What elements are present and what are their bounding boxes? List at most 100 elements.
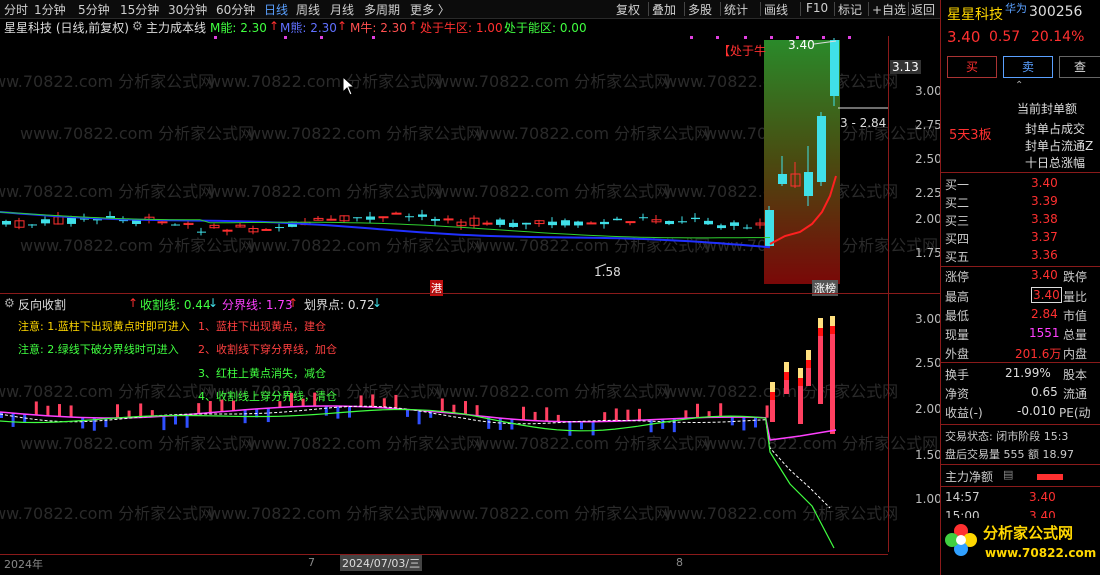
candle-body — [496, 219, 505, 225]
tool-add-watch[interactable]: +自选 — [872, 1, 906, 18]
query-button[interactable]: 查 — [1059, 56, 1100, 78]
tab-monthly[interactable]: 月线 — [330, 1, 354, 18]
reverse-harvest-chart[interactable] — [0, 312, 888, 552]
low-price-tag: 1.58 — [594, 265, 621, 279]
tool-mark[interactable]: 标记 — [838, 1, 862, 18]
list-icon[interactable]: ▤ — [1003, 468, 1013, 481]
y-tick: 1.75 — [915, 246, 942, 260]
candle-body — [730, 222, 739, 226]
cost-line-green — [0, 211, 771, 239]
harvest-bar — [220, 399, 224, 412]
harvest-bar — [290, 392, 293, 407]
harvest-bar — [406, 409, 409, 417]
candle-body — [522, 222, 531, 225]
harvest-bar — [498, 417, 502, 430]
buy-button[interactable]: 买 — [947, 56, 997, 78]
divider — [941, 172, 1100, 173]
stock-title: 星星科技 (日线,前复权) — [4, 21, 129, 35]
harvest-bar — [556, 414, 560, 422]
yellow-point — [818, 318, 823, 328]
tick-time: 14:57 — [945, 490, 980, 504]
turnover-value: 21.99% — [1005, 366, 1051, 380]
tool-fuquan[interactable]: 复权 — [616, 1, 640, 18]
tool-draw[interactable]: 画线 — [764, 1, 788, 18]
sub-indicator-toggle-icon[interactable]: ⚙ — [4, 296, 15, 310]
high-value: 3.40 — [1031, 287, 1062, 303]
red-point — [818, 328, 823, 336]
tab-weekly[interactable]: 周线 — [296, 1, 320, 18]
eps-value: -0.010 — [1017, 404, 1056, 418]
low-label: 最低 — [945, 309, 970, 323]
tab-1min[interactable]: 1分钟 — [34, 1, 66, 18]
tool-multi-stock[interactable]: 多股 — [688, 1, 712, 18]
harvest-bar — [614, 408, 618, 422]
yellow-point — [798, 368, 803, 378]
tool-f10[interactable]: F10 — [806, 1, 828, 15]
boundary-line-value: 分界线: 1.73 — [222, 298, 293, 312]
yellow-point — [806, 350, 811, 360]
harvest-bar — [46, 405, 50, 416]
tab-30min[interactable]: 30分钟 — [168, 1, 207, 18]
red-point — [798, 378, 803, 386]
candlestick-chart[interactable] — [0, 36, 888, 291]
candle-body — [765, 210, 774, 246]
divider — [941, 266, 1100, 267]
candle-body — [625, 221, 636, 224]
harvest-bar — [510, 419, 514, 430]
y-tick: 2.00 — [915, 212, 942, 226]
candle-body — [548, 221, 557, 226]
harvest-bar — [684, 410, 688, 419]
nav-value: 0.65 — [1031, 385, 1058, 399]
net-flow-bar — [1037, 474, 1063, 480]
m-bull-value: M牛: 2.30 — [350, 21, 407, 35]
tab-multi-period[interactable]: 多周期 — [364, 1, 400, 18]
tool-overlay[interactable]: 叠加 — [652, 1, 676, 18]
candle-body — [443, 218, 454, 221]
flower-logo-icon — [945, 524, 977, 556]
candle-body — [613, 218, 622, 221]
float-label: 流通 — [1063, 387, 1088, 401]
tool-stats[interactable]: 统计 — [724, 1, 748, 18]
collapse-icon[interactable]: ⌃ — [1015, 80, 1023, 91]
separator — [908, 2, 909, 16]
low-value: 2.84 — [1031, 307, 1058, 321]
tab-daily[interactable]: 日线 — [264, 1, 288, 18]
tab-more[interactable]: 更多 〉 — [410, 1, 450, 18]
harvest-bar — [232, 400, 235, 411]
candles — [2, 38, 839, 248]
stock-code: 300256 — [1029, 4, 1083, 20]
candle-body — [326, 218, 337, 221]
separator — [868, 2, 869, 16]
candle-body — [574, 221, 583, 226]
tool-back[interactable]: 返回 — [911, 1, 935, 18]
seal-item: 当前封单额 — [1017, 102, 1078, 116]
mouse-cursor-icon — [342, 76, 356, 96]
bid-label: 买四 — [945, 232, 970, 246]
signal-dot — [744, 36, 747, 39]
yellow-point — [784, 362, 789, 372]
y-tick: 2.25 — [915, 186, 942, 200]
red-point — [830, 326, 835, 334]
tab-5min[interactable]: 5分钟 — [78, 1, 110, 18]
sell-button[interactable]: 卖 — [1003, 56, 1053, 78]
brand-banner: 分析家公式网 www.70822.com — [941, 518, 1100, 575]
signal-dot — [284, 36, 287, 39]
separator — [834, 2, 835, 16]
indicator-toggle-icon[interactable]: ⚙ — [132, 19, 143, 33]
bid-label: 买三 — [945, 214, 970, 228]
harvest-bar — [382, 398, 386, 408]
tab-60min[interactable]: 60分钟 — [216, 1, 255, 18]
arrow-up-icon: ↑ — [128, 296, 139, 310]
tab-15min[interactable]: 15分钟 — [120, 1, 159, 18]
harvest-bar — [591, 421, 595, 436]
y-tick: 3.00 — [915, 84, 942, 98]
harvest-bar — [116, 404, 119, 418]
pe-label: PE(动 — [1059, 406, 1091, 420]
volume-ratio-label: 量比 — [1063, 290, 1088, 304]
tab-fenshi[interactable]: 分时 — [4, 1, 28, 18]
candle-body — [704, 220, 713, 225]
signal-dot — [716, 36, 719, 39]
candle-body — [678, 221, 687, 223]
harvest-bar — [313, 392, 317, 407]
board-count: 5天3板 — [949, 128, 992, 143]
